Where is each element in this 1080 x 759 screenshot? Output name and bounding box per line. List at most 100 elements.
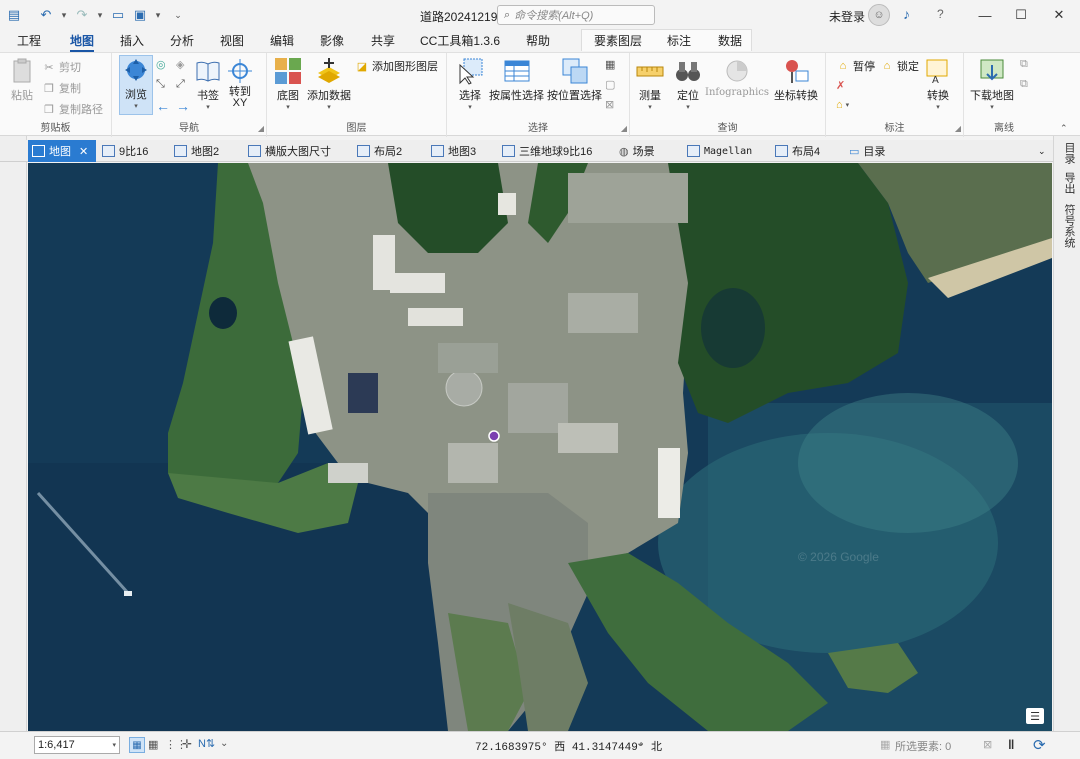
doc-tab-map2[interactable]: 地图2 [170, 140, 223, 162]
sync-icon[interactable]: ⧉ [1020, 58, 1028, 71]
undo-dropdown-icon[interactable]: ▾ [60, 7, 68, 23]
coordinate-conversion-button[interactable]: 坐标转换 [774, 57, 818, 103]
tab-feature-layer[interactable]: 要素图层 [594, 32, 642, 52]
maximize-button[interactable]: ☐ [1006, 4, 1036, 26]
login-status[interactable]: 未登录 [829, 8, 865, 25]
clear-selection-icon[interactable]: ▢ [605, 78, 615, 91]
open-folder-icon[interactable]: ▭ [110, 7, 126, 23]
group-label-inquiry: 查询 [717, 123, 738, 134]
doc-tab-landscape-layout[interactable]: 横版大图尺寸 [244, 140, 335, 162]
pause-drawing-icon[interactable]: ‖ [1008, 737, 1014, 752]
save-dropdown-icon[interactable]: ▾ [154, 7, 162, 23]
doc-tab-map3[interactable]: 地图3 [427, 140, 480, 162]
doc-tab-layout4[interactable]: 布局4 [771, 140, 824, 162]
doc-tab-scene[interactable]: ◍ 场景 [615, 140, 659, 162]
previous-extent-icon[interactable]: ← [156, 98, 170, 114]
cursor-position-icon[interactable]: ✛ [182, 737, 192, 751]
save-icon[interactable]: ▣ [132, 7, 148, 23]
doc-tab-globe-layout[interactable]: 三维地球9比16 [498, 140, 596, 162]
labeling-dialog-launcher-icon[interactable]: ◢ [955, 124, 961, 133]
remove-offline-icon[interactable]: ⧉ [1020, 78, 1028, 91]
tab-help[interactable]: 帮助 [526, 32, 550, 52]
tab-labeling[interactable]: 标注 [667, 32, 691, 52]
redo-icon[interactable]: ↷ [74, 7, 90, 23]
avatar[interactable]: ☺ [868, 4, 890, 26]
fixed-zoom-in-icon[interactable]: ⤡ [156, 78, 165, 91]
navigate-dialog-launcher-icon[interactable]: ◢ [258, 124, 264, 133]
goto-xy-button[interactable]: 转到 XY [226, 57, 254, 109]
locate-button[interactable]: 定位 ▾ [674, 57, 702, 111]
label-options-icon[interactable]: ⌂ ▾ [836, 99, 849, 111]
fixed-zoom-out-icon[interactable]: ⤢ [176, 78, 185, 91]
add-graphics-layer-button[interactable]: ◪ 添加图形图层 [355, 58, 438, 74]
paste-button[interactable]: 粘贴 [8, 57, 36, 103]
north-arrow-icon[interactable]: N⇅ [198, 737, 215, 750]
refresh-icon[interactable]: ⟳ [1033, 736, 1046, 754]
doc-tab-map[interactable]: 地图 ✕ [28, 140, 96, 162]
doc-tab-label: 布局4 [792, 146, 821, 158]
tab-imagery[interactable]: 影像 [320, 32, 344, 52]
selection-dialog-launcher-icon[interactable]: ◢ [621, 124, 627, 133]
tab-cc-toolbox[interactable]: CC工具箱1.3.6 [420, 32, 500, 52]
status-options-dropdown-icon[interactable]: ⌄ [220, 738, 228, 749]
doc-tab-catalog[interactable]: ▭ 目录 [845, 140, 889, 162]
explore-button[interactable]: 浏览 ▾ [119, 55, 153, 115]
doc-tab-layout-9x16[interactable]: 9比16 [98, 140, 152, 162]
zoom-to-selection-icon[interactable]: ⊠ [605, 98, 614, 111]
full-extent-icon[interactable]: ◎ [156, 58, 166, 71]
undo-icon[interactable]: ↶ [38, 7, 54, 23]
tab-map[interactable]: 地图 [70, 32, 95, 52]
infographics-button[interactable]: Infographics [705, 57, 769, 98]
catalog-pane-tab[interactable]: 目录 [1061, 142, 1077, 164]
zoom-layer-icon[interactable]: ◈ [176, 58, 184, 71]
map-toggle-icon[interactable]: ☰ [1026, 708, 1044, 724]
lock-labels-button[interactable]: ⌂ 锁定 [880, 58, 919, 74]
copy-path-button[interactable]: ❐ 复制路径 [42, 101, 103, 117]
contents-pane-tab[interactable]: 内容 [0, 136, 27, 732]
attributes-icon[interactable]: ▦ [605, 58, 615, 71]
grid-snapping-icon[interactable]: ▦ [129, 737, 145, 753]
next-extent-icon[interactable]: → [176, 98, 190, 114]
coordinate-format-dropdown-icon[interactable]: ⌄ [636, 738, 644, 749]
remove-label-icon[interactable]: ✗ [836, 79, 845, 92]
command-search-input[interactable]: ⌕ 命令搜索(Alt+Q) [497, 5, 655, 25]
close-button[interactable]: ✕ [1044, 4, 1074, 26]
select-button[interactable]: 选择 ▾ [456, 57, 484, 111]
convert-labels-button[interactable]: A 转换 ▾ [924, 57, 952, 111]
map-view[interactable]: © 2026 Google ☰ [28, 163, 1052, 731]
add-graphics-layer-label: 添加图形图层 [372, 61, 438, 73]
minimize-button[interactable]: — [970, 4, 1000, 26]
tab-edit[interactable]: 编辑 [270, 32, 294, 52]
select-by-location-button[interactable]: 按位置选择 [547, 57, 602, 103]
pause-labels-button[interactable]: ⌂ 暂停 [836, 58, 875, 74]
close-tab-icon[interactable]: ✕ [79, 145, 88, 158]
tab-share[interactable]: 共享 [371, 32, 395, 52]
map-scale-select[interactable]: 1:6,417 ▾ [34, 736, 120, 754]
export-pane-tab[interactable]: 导出 [1061, 172, 1077, 194]
tab-project[interactable]: 工程 [17, 32, 41, 52]
clear-selection-status-icon[interactable]: ⊠ [983, 738, 992, 751]
bookmarks-button[interactable]: 书签 ▾ [194, 57, 222, 111]
copy-button[interactable]: ❐ 复制 [42, 80, 81, 96]
doc-tab-layout2[interactable]: 布局2 [353, 140, 406, 162]
redo-dropdown-icon[interactable]: ▾ [96, 7, 104, 23]
download-map-button[interactable]: 下载地图 ▾ [970, 57, 1014, 111]
tab-data[interactable]: 数据 [718, 32, 742, 52]
select-by-attributes-button[interactable]: 按属性选择 [489, 57, 544, 103]
cut-button[interactable]: ✂ 剪切 [42, 59, 81, 75]
help-icon[interactable]: ? [937, 7, 944, 21]
basemap-button[interactable]: 底图 ▾ [274, 57, 302, 111]
grid-icon[interactable]: ▦ [148, 738, 158, 751]
ribbon-collapse-icon[interactable]: ⌃ [1060, 123, 1068, 134]
symbology-pane-tab[interactable]: 符号系统 [1061, 204, 1077, 248]
tabs-overflow-icon[interactable]: ⌄ [1034, 140, 1050, 162]
measure-button[interactable]: 测量 ▾ [636, 57, 664, 111]
tab-analysis[interactable]: 分析 [170, 32, 194, 52]
tab-insert[interactable]: 插入 [120, 32, 144, 52]
customize-qat-icon[interactable]: ⌄ [174, 7, 182, 23]
tab-view[interactable]: 视图 [220, 32, 244, 52]
add-data-button[interactable]: 添加数据 ▾ [307, 57, 351, 111]
notification-bell-icon[interactable]: ♪ [903, 6, 910, 22]
coordinate-pin-icon [782, 57, 810, 85]
doc-tab-magellan[interactable]: Magellan [683, 140, 756, 162]
